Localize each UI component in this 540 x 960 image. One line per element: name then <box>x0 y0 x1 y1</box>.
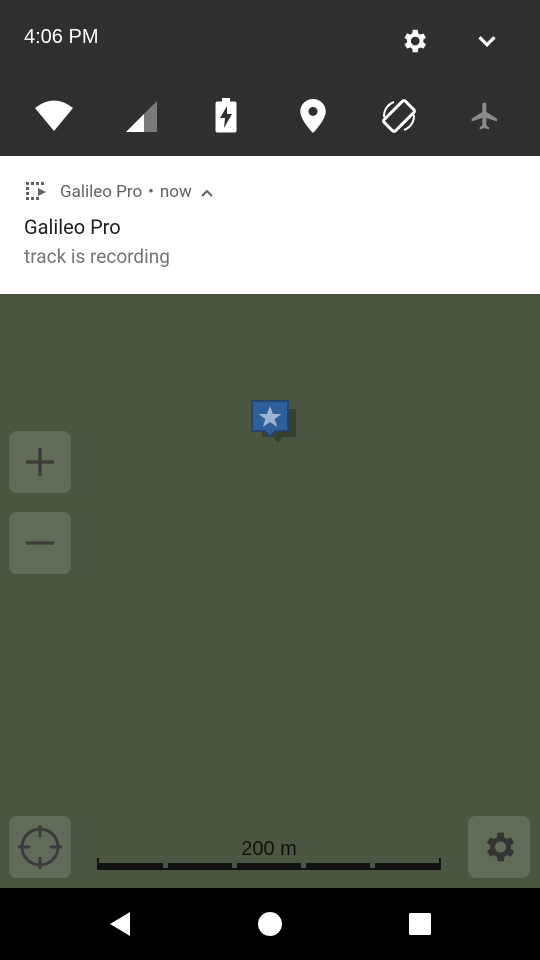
home-icon[interactable] <box>257 911 283 937</box>
notification-header: Galileo Pro • now <box>24 180 214 204</box>
wifi-icon[interactable] <box>34 96 74 136</box>
status-time: 4:06 PM <box>24 26 99 48</box>
notification-card[interactable]: Galileo Pro • now Galileo Pro track is r… <box>0 156 540 294</box>
star-marker-icon[interactable] <box>250 399 298 447</box>
map-view[interactable]: 200 m <box>0 294 540 888</box>
airplane-mode-icon[interactable] <box>465 96 505 136</box>
zoom-in-button[interactable] <box>9 431 71 493</box>
settings-icon[interactable] <box>399 26 429 56</box>
chevron-down-icon[interactable] <box>472 26 502 56</box>
notification-text: track is recording <box>24 245 170 268</box>
notification-shade-header: 4:06 PM <box>0 0 540 156</box>
notification-title: Galileo Pro <box>24 215 121 239</box>
map-scale-bar: 200 m <box>96 838 442 878</box>
back-icon[interactable] <box>106 910 134 938</box>
notification-app-name: Galileo Pro <box>60 182 143 202</box>
my-location-button[interactable] <box>9 816 71 878</box>
chevron-up-icon[interactable] <box>200 185 214 199</box>
quick-settings-row <box>0 96 540 136</box>
auto-rotate-icon[interactable] <box>379 96 419 136</box>
app-grid-icon <box>24 180 48 204</box>
notification-time: now <box>159 182 192 202</box>
map-settings-button[interactable] <box>468 816 530 878</box>
zoom-out-button[interactable] <box>9 512 71 574</box>
cellular-signal-icon[interactable] <box>121 96 161 136</box>
notification-separator: • <box>148 182 154 202</box>
navigation-bar <box>0 888 540 960</box>
recents-icon[interactable] <box>408 912 432 936</box>
location-icon[interactable] <box>293 96 333 136</box>
battery-charging-icon[interactable] <box>206 96 246 136</box>
